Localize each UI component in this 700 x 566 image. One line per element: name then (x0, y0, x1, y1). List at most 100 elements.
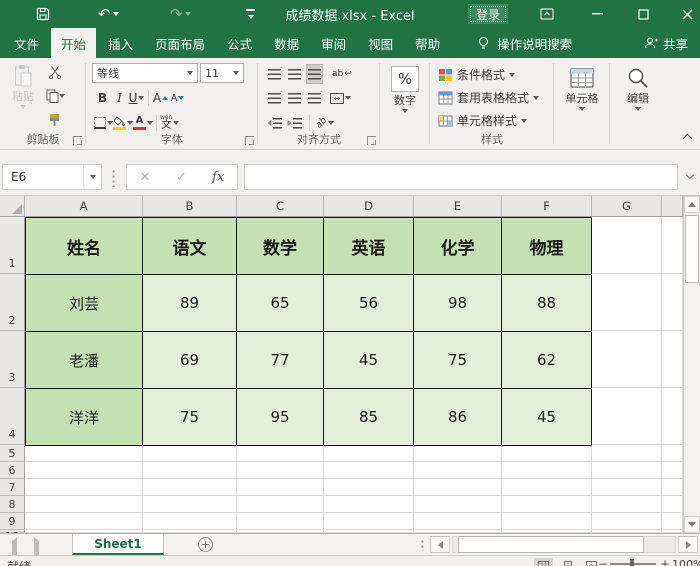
grid-cell[interactable] (237, 479, 324, 496)
grid-cell[interactable] (414, 479, 502, 496)
column-header-f[interactable]: F (502, 196, 592, 217)
tab-formulas[interactable]: 公式 (217, 28, 262, 58)
decrease-font-button[interactable]: A (169, 88, 186, 108)
row-header-5[interactable]: 5 (0, 445, 25, 462)
increase-font-button[interactable]: A (152, 88, 169, 108)
grid-cell[interactable] (662, 479, 683, 496)
grid-cell[interactable] (592, 462, 662, 479)
grid-cell[interactable] (592, 445, 662, 462)
row-header-9[interactable]: 9 (0, 513, 25, 530)
grid-cell[interactable] (237, 462, 324, 479)
cell-c3[interactable]: 77 (237, 332, 324, 389)
row-header-1[interactable]: 1 (0, 217, 25, 274)
grid-cell[interactable] (143, 513, 237, 530)
tab-help[interactable]: 帮助 (405, 28, 450, 58)
tab-file[interactable]: 文件 (4, 28, 49, 58)
grid-cell[interactable] (143, 462, 237, 479)
scroll-right-button[interactable] (678, 536, 698, 553)
select-all-corner[interactable] (0, 196, 25, 217)
grid-cell[interactable] (502, 496, 592, 513)
row-header-4[interactable]: 4 (0, 388, 25, 445)
enter-icon[interactable]: ✓ (176, 170, 187, 185)
increase-indent-button[interactable] (286, 113, 303, 133)
scroll-left-button[interactable] (430, 536, 450, 553)
tell-me-search[interactable]: 操作说明搜索 (477, 28, 572, 58)
grid-cell[interactable] (662, 217, 683, 274)
previous-sheet-button[interactable] (12, 537, 17, 559)
cell-c2[interactable]: 65 (237, 275, 324, 332)
cell-f4[interactable]: 45 (502, 389, 592, 446)
align-center-button[interactable] (286, 88, 303, 108)
grid-cell[interactable] (143, 479, 237, 496)
ribbon-display-options-button[interactable] (532, 0, 562, 28)
grid-cell[interactable] (592, 479, 662, 496)
formula-bar-splitter[interactable] (112, 169, 115, 187)
font-color-button[interactable]: A (133, 113, 153, 133)
zoom-in-button[interactable]: + (660, 557, 670, 566)
cell-a1[interactable]: 姓名 (26, 218, 143, 275)
cell-styles-button[interactable]: 单元格样式 (432, 110, 528, 131)
wrap-text-button[interactable]: ab ↩ (332, 64, 352, 84)
borders-button[interactable] (94, 113, 113, 133)
cell-a2[interactable]: 刘芸 (26, 275, 143, 332)
grid-cell[interactable] (324, 479, 414, 496)
grid-cell[interactable] (25, 496, 143, 513)
grid-cell[interactable] (592, 217, 662, 274)
zoom-out-button[interactable]: − (598, 557, 608, 566)
scroll-down-button[interactable] (684, 516, 700, 533)
view-normal-button[interactable] (534, 558, 553, 566)
font-size-combo[interactable]: 11 (200, 63, 244, 83)
cell-d3[interactable]: 45 (324, 332, 414, 389)
grid-cell[interactable] (237, 513, 324, 530)
grid-cell[interactable] (662, 388, 683, 445)
grid-cell[interactable] (414, 445, 502, 462)
font-dialog-launcher[interactable] (245, 136, 254, 145)
cell-e4[interactable]: 86 (414, 389, 502, 446)
grid-cell[interactable] (25, 462, 143, 479)
cell-f3[interactable]: 62 (502, 332, 592, 389)
column-header-a[interactable]: A (25, 196, 143, 217)
grid-cell[interactable] (143, 496, 237, 513)
grid-cell[interactable] (592, 513, 662, 530)
copy-button[interactable] (46, 89, 65, 103)
formula-input[interactable] (244, 164, 678, 190)
grid-cell[interactable] (414, 462, 502, 479)
grid-cell[interactable] (502, 513, 592, 530)
cell-e2[interactable]: 98 (414, 275, 502, 332)
column-header-e[interactable]: E (414, 196, 502, 217)
cell-c4[interactable]: 95 (237, 389, 324, 446)
align-top-button[interactable] (266, 64, 283, 84)
cell-d4[interactable]: 85 (324, 389, 414, 446)
sign-in-button[interactable]: 登录 (468, 4, 509, 24)
grid-cell[interactable] (502, 462, 592, 479)
insert-function-icon[interactable]: fx (212, 170, 224, 185)
grid-cell[interactable] (662, 445, 683, 462)
tab-view[interactable]: 视图 (358, 28, 403, 58)
view-page-layout-button[interactable] (558, 558, 577, 566)
grid-cell[interactable] (324, 462, 414, 479)
add-sheet-button[interactable]: + (198, 537, 213, 552)
format-as-table-button[interactable]: 套用表格格式 (432, 87, 540, 108)
cell-b2[interactable]: 89 (143, 275, 237, 332)
cell-f2[interactable]: 88 (502, 275, 592, 332)
grid-cell[interactable] (324, 445, 414, 462)
column-header-partial[interactable] (662, 196, 683, 217)
vertical-scroll-thumb[interactable] (685, 215, 699, 283)
grid-cell[interactable] (662, 274, 683, 331)
cell-b3[interactable]: 69 (143, 332, 237, 389)
sheet-tab-active[interactable]: Sheet1 (72, 534, 164, 555)
phonetic-guide-button[interactable]: wén 文 (160, 113, 180, 133)
align-left-button[interactable] (266, 88, 283, 108)
row-header-8[interactable]: 8 (0, 496, 25, 513)
next-sheet-button[interactable] (34, 537, 39, 559)
font-name-combo[interactable]: 等线 (92, 63, 198, 83)
merge-center-button[interactable]: ↔ (330, 88, 351, 108)
cut-button[interactable] (48, 65, 62, 79)
minimize-button[interactable] (582, 0, 612, 28)
grid-cell[interactable] (662, 496, 683, 513)
cell-b1[interactable]: 语文 (143, 218, 237, 275)
tab-insert[interactable]: 插入 (98, 28, 143, 58)
cells-button[interactable]: 单元格 (563, 66, 601, 111)
grid-cell[interactable] (324, 513, 414, 530)
name-box[interactable]: E6 (2, 164, 102, 190)
